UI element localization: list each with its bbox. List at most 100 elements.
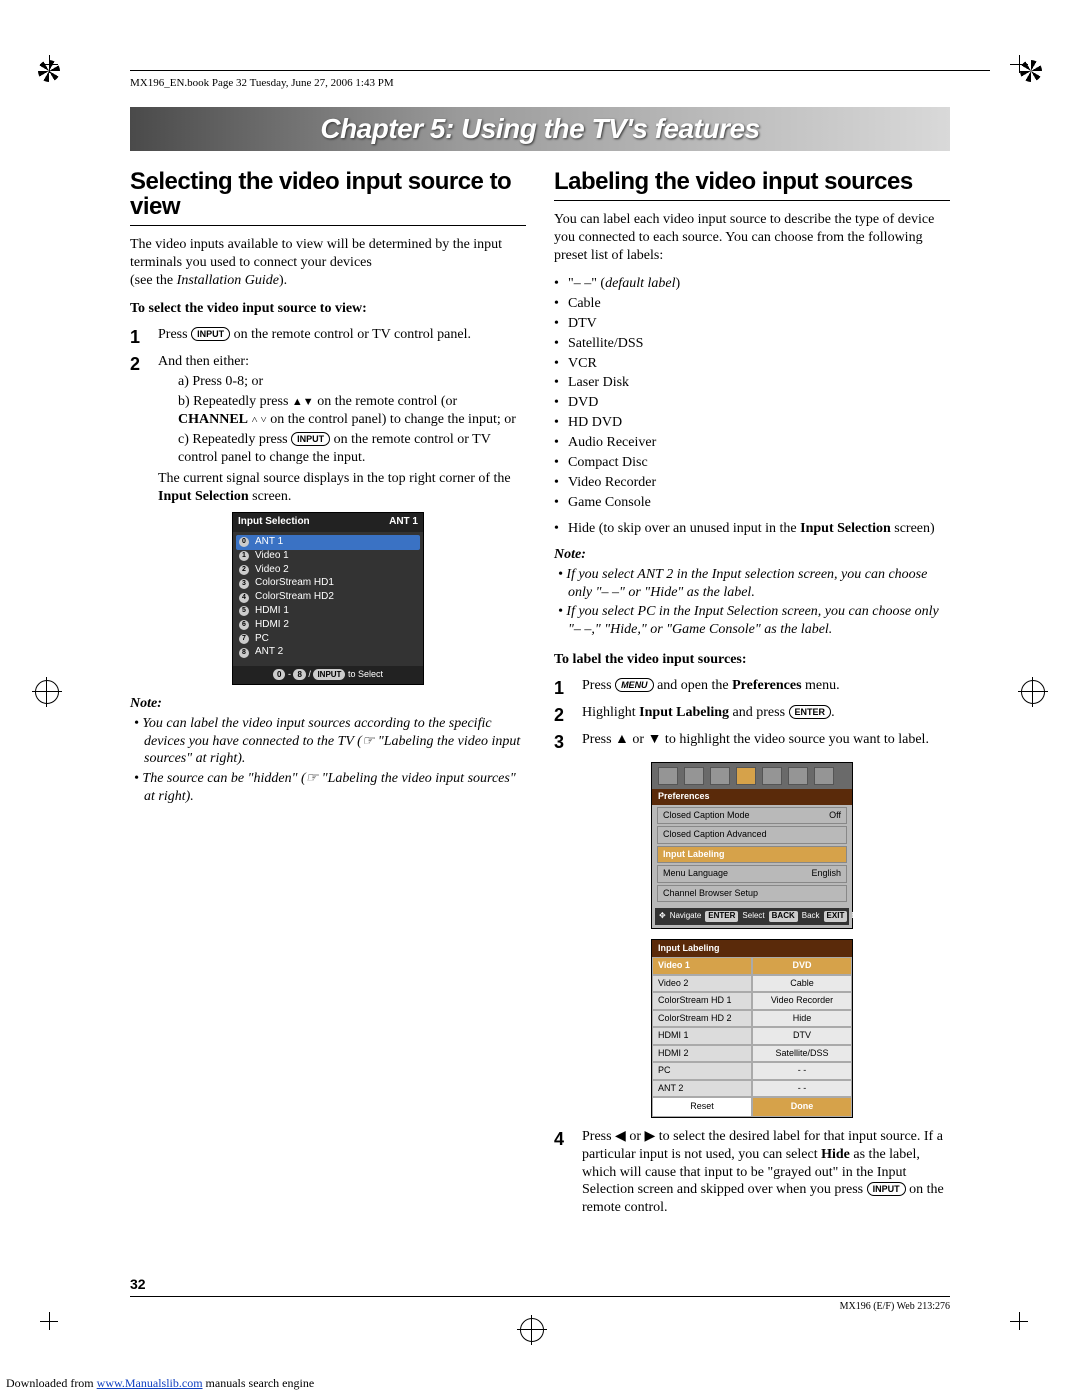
cropmark-br: [1010, 1312, 1040, 1342]
pref-icon: [814, 767, 834, 785]
osd-item-label: Video 1: [255, 550, 289, 563]
nav-icon: ✥: [659, 911, 666, 921]
right-column: Labeling the video input sources You can…: [554, 169, 950, 1221]
osd-item: 5HDMI 1: [239, 605, 417, 618]
osd-item-number: 7: [239, 634, 249, 644]
lbl-footer: Reset Done: [652, 1097, 852, 1117]
list-item: Compact Disc: [554, 454, 950, 472]
pref-title: Preferences: [652, 789, 852, 805]
osd-list: 0ANT 11 Video 1 2 Video 2 3 ColorStream HD1 4C…: [233, 532, 423, 666]
label-step-3: 3 Press ▲ or ▼ to highlight the video so…: [554, 731, 950, 754]
osd-item-label: ColorStream HD1: [255, 577, 334, 590]
chevron-up-down-icon: ˄ ˅: [252, 414, 267, 426]
step-1-number: 1: [130, 326, 148, 349]
pref-icon-row: [652, 763, 852, 789]
note-label: Note:: [130, 695, 526, 713]
table-row: Video 2Cable: [652, 975, 852, 993]
osd-item-label: ColorStream HD2: [255, 591, 334, 604]
input-button-icon: INPUT: [191, 327, 230, 341]
osd-item-number: 1: [239, 551, 249, 561]
osd-item-number: 6: [239, 620, 249, 630]
osd-footer: 0 - 8 / INPUT to Select: [233, 666, 423, 684]
list-item: Laser Disk: [554, 374, 950, 392]
pref-row: Closed Caption Advanced: [657, 826, 847, 844]
pref-icon: [710, 767, 730, 785]
subhead-select: To select the video input source to view…: [130, 300, 526, 318]
step-2a: a) Press 0-8; or: [178, 373, 526, 391]
preset-label-list: "– –" (default label)CableDTVSatellite/D…: [554, 275, 950, 512]
osd-title-text: Input Selection: [238, 516, 310, 529]
table-row: PC- -: [652, 1062, 852, 1080]
osd-title-bar: Input Selection ANT 1: [233, 513, 423, 532]
pref-icon: [658, 767, 678, 785]
crosshair-left: [35, 680, 59, 704]
label-step-2: 2 Highlight Input Labeling and press ENT…: [554, 704, 950, 727]
note-1: • You can label the video input sources …: [144, 715, 526, 769]
footer-doc-id: MX196 (E/F) Web 213:276: [840, 1301, 950, 1312]
osd-item-label: HDMI 1: [255, 605, 289, 618]
table-row: HDMI 2Satellite/DSS: [652, 1045, 852, 1063]
osd-item: 6 HDMI 2: [239, 619, 417, 632]
osd-item-number: 3: [239, 579, 249, 589]
list-item: VCR: [554, 355, 950, 373]
table-row: HDMI 1DTV: [652, 1027, 852, 1045]
pref-icon: [684, 767, 704, 785]
label-step-4: 4 Press ◀ or ▶ to select the desired lab…: [554, 1128, 950, 1218]
page: MX196_EN.book Page 32 Tuesday, June 27, …: [0, 0, 1080, 1397]
content-columns: Selecting the video input source to view…: [130, 169, 950, 1221]
table-row: ColorStream HD 2Hide: [652, 1010, 852, 1028]
osd-item-label: HDMI 2: [255, 619, 289, 632]
step-2c: c) Repeatedly press INPUT on the remote …: [178, 431, 526, 467]
pref-row: Closed Caption ModeOff: [657, 807, 847, 825]
page-number: 32: [130, 1276, 146, 1292]
osd-item-number: 2: [239, 565, 249, 575]
cropmark-tl: [40, 55, 70, 85]
pref-row: Menu LanguageEnglish: [657, 865, 847, 883]
osd-item: 2 Video 2: [239, 564, 417, 577]
table-row: ANT 2- -: [652, 1080, 852, 1098]
list-item: HD DVD: [554, 414, 950, 432]
manualslib-link[interactable]: www.Manualslib.com: [97, 1376, 203, 1390]
crosshair-right: [1021, 680, 1045, 704]
cropmark-bl: [40, 1312, 70, 1342]
footer-rule: [130, 1296, 950, 1297]
section-rule: [554, 200, 950, 201]
download-source: Downloaded from www.Manualslib.com manua…: [6, 1376, 314, 1391]
lbl-rows: Video 1DVDVideo 2CableColorStream HD 1Vi…: [652, 957, 852, 1097]
list-item: Video Recorder: [554, 474, 950, 492]
pref-icon: [762, 767, 782, 785]
osd-item: 0ANT 1: [236, 535, 420, 550]
label-step-1: 1 Press MENU and open the Preferences me…: [554, 677, 950, 700]
osd-item: 7PC: [239, 633, 417, 646]
list-item: Audio Receiver: [554, 434, 950, 452]
book-header-text: MX196_EN.book Page 32 Tuesday, June 27, …: [130, 77, 394, 89]
step-2-body: And then either: a) Press 0-8; or b) Rep…: [158, 353, 526, 506]
step-1: 1 Press INPUT on the remote control or T…: [130, 326, 526, 349]
step-2-tail: The current signal source displays in th…: [158, 470, 526, 506]
cropmark-tr: [1010, 55, 1040, 85]
input-button-icon: INPUT: [867, 1182, 906, 1196]
crosshair-bottom: [520, 1318, 544, 1342]
up-down-icon: ▲▼: [292, 396, 314, 408]
intro-para: The video inputs available to view will …: [130, 236, 526, 290]
osd-item: 8ANT 2: [239, 646, 417, 659]
list-item: "– –" (default label): [554, 275, 950, 293]
step-2: 2 And then either: a) Press 0-8; or b) R…: [130, 353, 526, 506]
osd-item-number: 4: [239, 593, 249, 603]
pref-row: Channel Browser Setup: [657, 885, 847, 903]
list-item: DVD: [554, 394, 950, 412]
table-row: Video 1DVD: [652, 957, 852, 975]
menu-button-icon: MENU: [615, 678, 654, 692]
reset-button: Reset: [652, 1097, 752, 1117]
osd-item-label: ANT 2: [255, 646, 283, 659]
osd-item: 4 ColorStream HD2: [239, 591, 417, 604]
chapter-banner: Chapter 5: Using the TV's features: [130, 107, 950, 151]
osd-item: 3 ColorStream HD1: [239, 577, 417, 590]
section-heading-label: Labeling the video input sources: [554, 169, 950, 194]
list-item: DTV: [554, 315, 950, 333]
chapter-title: Chapter 5: Using the TV's features: [320, 113, 759, 145]
pref-row: Input Labeling: [657, 846, 847, 864]
list-item: Hide (to skip over an unused input in th…: [554, 520, 950, 538]
osd-item-label: Video 2: [255, 564, 289, 577]
osd-item-label: ANT 1: [255, 536, 283, 549]
